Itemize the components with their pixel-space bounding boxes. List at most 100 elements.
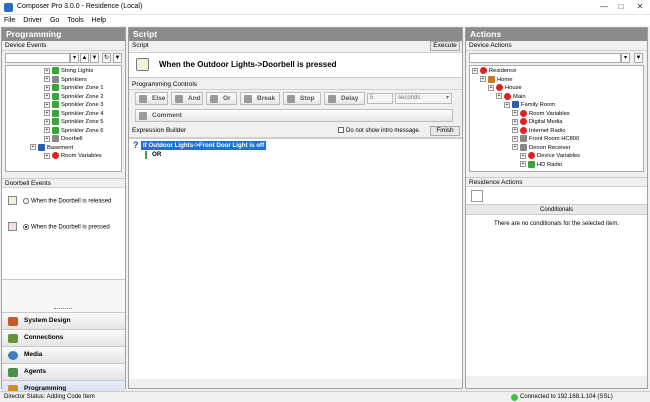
- expand-toggle-icon[interactable]: +: [472, 67, 478, 74]
- residence-action-slot[interactable]: [471, 190, 483, 202]
- nav-media[interactable]: Media: [2, 346, 125, 363]
- maximize-button[interactable]: □: [613, 1, 629, 13]
- up-arrow-button[interactable]: ▲: [80, 53, 89, 63]
- else-button[interactable]: Else: [135, 92, 168, 105]
- tree-item[interactable]: + Room Variables: [470, 109, 643, 119]
- expand-toggle-icon[interactable]: +: [488, 84, 494, 91]
- down-arrow-button[interactable]: ▼: [90, 53, 99, 63]
- radio-released[interactable]: [23, 198, 29, 204]
- nav-system-design[interactable]: System Design: [2, 312, 125, 329]
- tree-item[interactable]: + Main: [470, 92, 643, 102]
- conditionals-empty-text: There are no conditionals for the select…: [493, 221, 620, 227]
- expand-toggle-icon[interactable]: +: [44, 101, 50, 108]
- expand-toggle-icon[interactable]: +: [512, 127, 518, 133]
- event-released[interactable]: When the Doorbell is released: [23, 198, 111, 205]
- green-device-icon: [52, 67, 59, 74]
- tree-item[interactable]: + Sprinkler Zone 1: [6, 84, 121, 93]
- actions-header: Actions: [466, 28, 647, 41]
- expression-condition[interactable]: If Outdoor Lights->Front Door Light is o…: [141, 141, 267, 150]
- filter-icon[interactable]: ▼: [113, 53, 122, 63]
- nav-connections[interactable]: Connections: [2, 329, 125, 346]
- menu-file[interactable]: File: [0, 15, 19, 26]
- menu-go[interactable]: Go: [46, 15, 63, 26]
- tree-item[interactable]: + Sprinkler Zone 4: [6, 109, 121, 119]
- stop-button[interactable]: Stop: [283, 92, 321, 105]
- tree-item[interactable]: + Sprinkler Zone 6: [6, 126, 121, 136]
- break-button[interactable]: Break: [240, 92, 280, 105]
- device-actions-search-input[interactable]: [469, 53, 621, 63]
- tree-item[interactable]: + Room Variables: [6, 152, 121, 161]
- dropdown-arrow-icon[interactable]: ▾: [70, 53, 79, 63]
- event-pressed[interactable]: When the Doorbell is pressed: [23, 224, 110, 231]
- tree-item[interactable]: + Residence: [470, 67, 643, 76]
- device-actions-tree[interactable]: + Residence + Home + House + Main + Family Room + R…: [469, 65, 644, 172]
- intro-checkbox[interactable]: Do not show intro message.: [338, 127, 420, 135]
- green-device-icon: [52, 101, 59, 108]
- expand-toggle-icon[interactable]: +: [520, 161, 526, 167]
- delay-unit-select[interactable]: seconds ▾: [395, 93, 452, 104]
- break-icon: [244, 95, 252, 103]
- expand-toggle-icon[interactable]: +: [512, 118, 518, 125]
- expand-toggle-icon[interactable]: +: [44, 93, 50, 99]
- nav-agents[interactable]: Agents: [2, 363, 125, 380]
- filter-icon[interactable]: ▼: [634, 53, 643, 63]
- expression-builder-area[interactable]: ? If Outdoor Lights->Front Door Light is…: [129, 138, 462, 379]
- expand-toggle-icon[interactable]: +: [44, 127, 50, 133]
- tree-item[interactable]: + Sprinkler Zone 3: [6, 101, 121, 110]
- expand-toggle-icon[interactable]: +: [480, 76, 486, 82]
- radio-pressed[interactable]: [23, 224, 29, 230]
- tree-item[interactable]: + Internet Radio: [470, 126, 643, 136]
- delay-value-input[interactable]: 5: [367, 93, 393, 104]
- expand-toggle-icon[interactable]: +: [44, 110, 50, 116]
- or-button[interactable]: Or: [206, 92, 237, 105]
- finish-button[interactable]: Finish: [430, 126, 460, 136]
- tree-item[interactable]: + HD Radio: [470, 160, 643, 170]
- expand-toggle-icon[interactable]: +: [44, 76, 50, 82]
- menu-tools[interactable]: Tools: [63, 15, 87, 26]
- expression-or[interactable]: OR: [152, 151, 161, 158]
- refresh-icon[interactable]: ↻: [102, 53, 111, 63]
- expand-toggle-icon[interactable]: +: [504, 101, 510, 108]
- tree-item[interactable]: + Basement: [6, 143, 121, 153]
- tree-item[interactable]: + String Lights: [6, 67, 121, 76]
- tree-item[interactable]: + Sprinklers: [6, 75, 121, 85]
- tree-item[interactable]: + Device Variables: [470, 152, 643, 161]
- expand-toggle-icon[interactable]: +: [520, 152, 526, 159]
- dropdown-arrow-icon[interactable]: ▾: [621, 53, 630, 63]
- conditionals-area: There are no conditionals for the select…: [466, 215, 647, 376]
- expand-toggle-icon[interactable]: +: [512, 144, 518, 150]
- tree-item[interactable]: + Front Room HC800: [470, 135, 643, 144]
- tree-item[interactable]: + Family Room: [470, 101, 643, 110]
- minimize-button[interactable]: —: [596, 1, 612, 13]
- device-events-search-input[interactable]: [5, 53, 70, 63]
- tree-item[interactable]: + Denon Receiver: [470, 143, 643, 153]
- expand-toggle-icon[interactable]: +: [44, 135, 50, 142]
- tree-item[interactable]: + Doorbell: [6, 135, 121, 144]
- menu-help[interactable]: Help: [88, 15, 110, 26]
- expand-toggle-icon[interactable]: +: [44, 84, 50, 91]
- delay-button[interactable]: Delay: [324, 92, 365, 105]
- close-button[interactable]: ✕: [632, 1, 648, 13]
- expand-toggle-icon[interactable]: +: [30, 144, 36, 150]
- expand-toggle-icon[interactable]: +: [512, 110, 518, 116]
- device-events-tree[interactable]: + String Lights + Sprinklers + Sprinkler Zone…: [5, 65, 122, 172]
- expand-toggle-icon[interactable]: +: [512, 135, 518, 142]
- comment-button[interactable]: Comment: [135, 109, 453, 122]
- tree-item[interactable]: + House: [470, 84, 643, 93]
- execute-button[interactable]: Execute: [430, 41, 460, 51]
- tree-item[interactable]: + Home: [470, 75, 643, 85]
- menu-driver[interactable]: Driver: [19, 15, 46, 26]
- status-bar: Director Status: Adding Code Item Connec…: [0, 391, 650, 402]
- red-device-icon: [520, 109, 527, 117]
- expand-toggle-icon[interactable]: +: [44, 67, 50, 74]
- tree-item[interactable]: + Sprinkler Zone 2: [6, 92, 121, 102]
- and-button[interactable]: And: [171, 92, 203, 105]
- expand-toggle-icon[interactable]: +: [496, 93, 502, 99]
- tree-item[interactable]: + Sprinkler Zone 5: [6, 118, 121, 127]
- tree-item[interactable]: + Digital Media: [470, 118, 643, 127]
- expand-toggle-icon[interactable]: +: [44, 152, 50, 159]
- expand-toggle-icon[interactable]: +: [44, 118, 50, 125]
- menu-bar: File Driver Go Tools Help: [0, 15, 650, 26]
- checkbox-box[interactable]: [338, 127, 344, 134]
- splitter-grip[interactable]: [54, 308, 72, 310]
